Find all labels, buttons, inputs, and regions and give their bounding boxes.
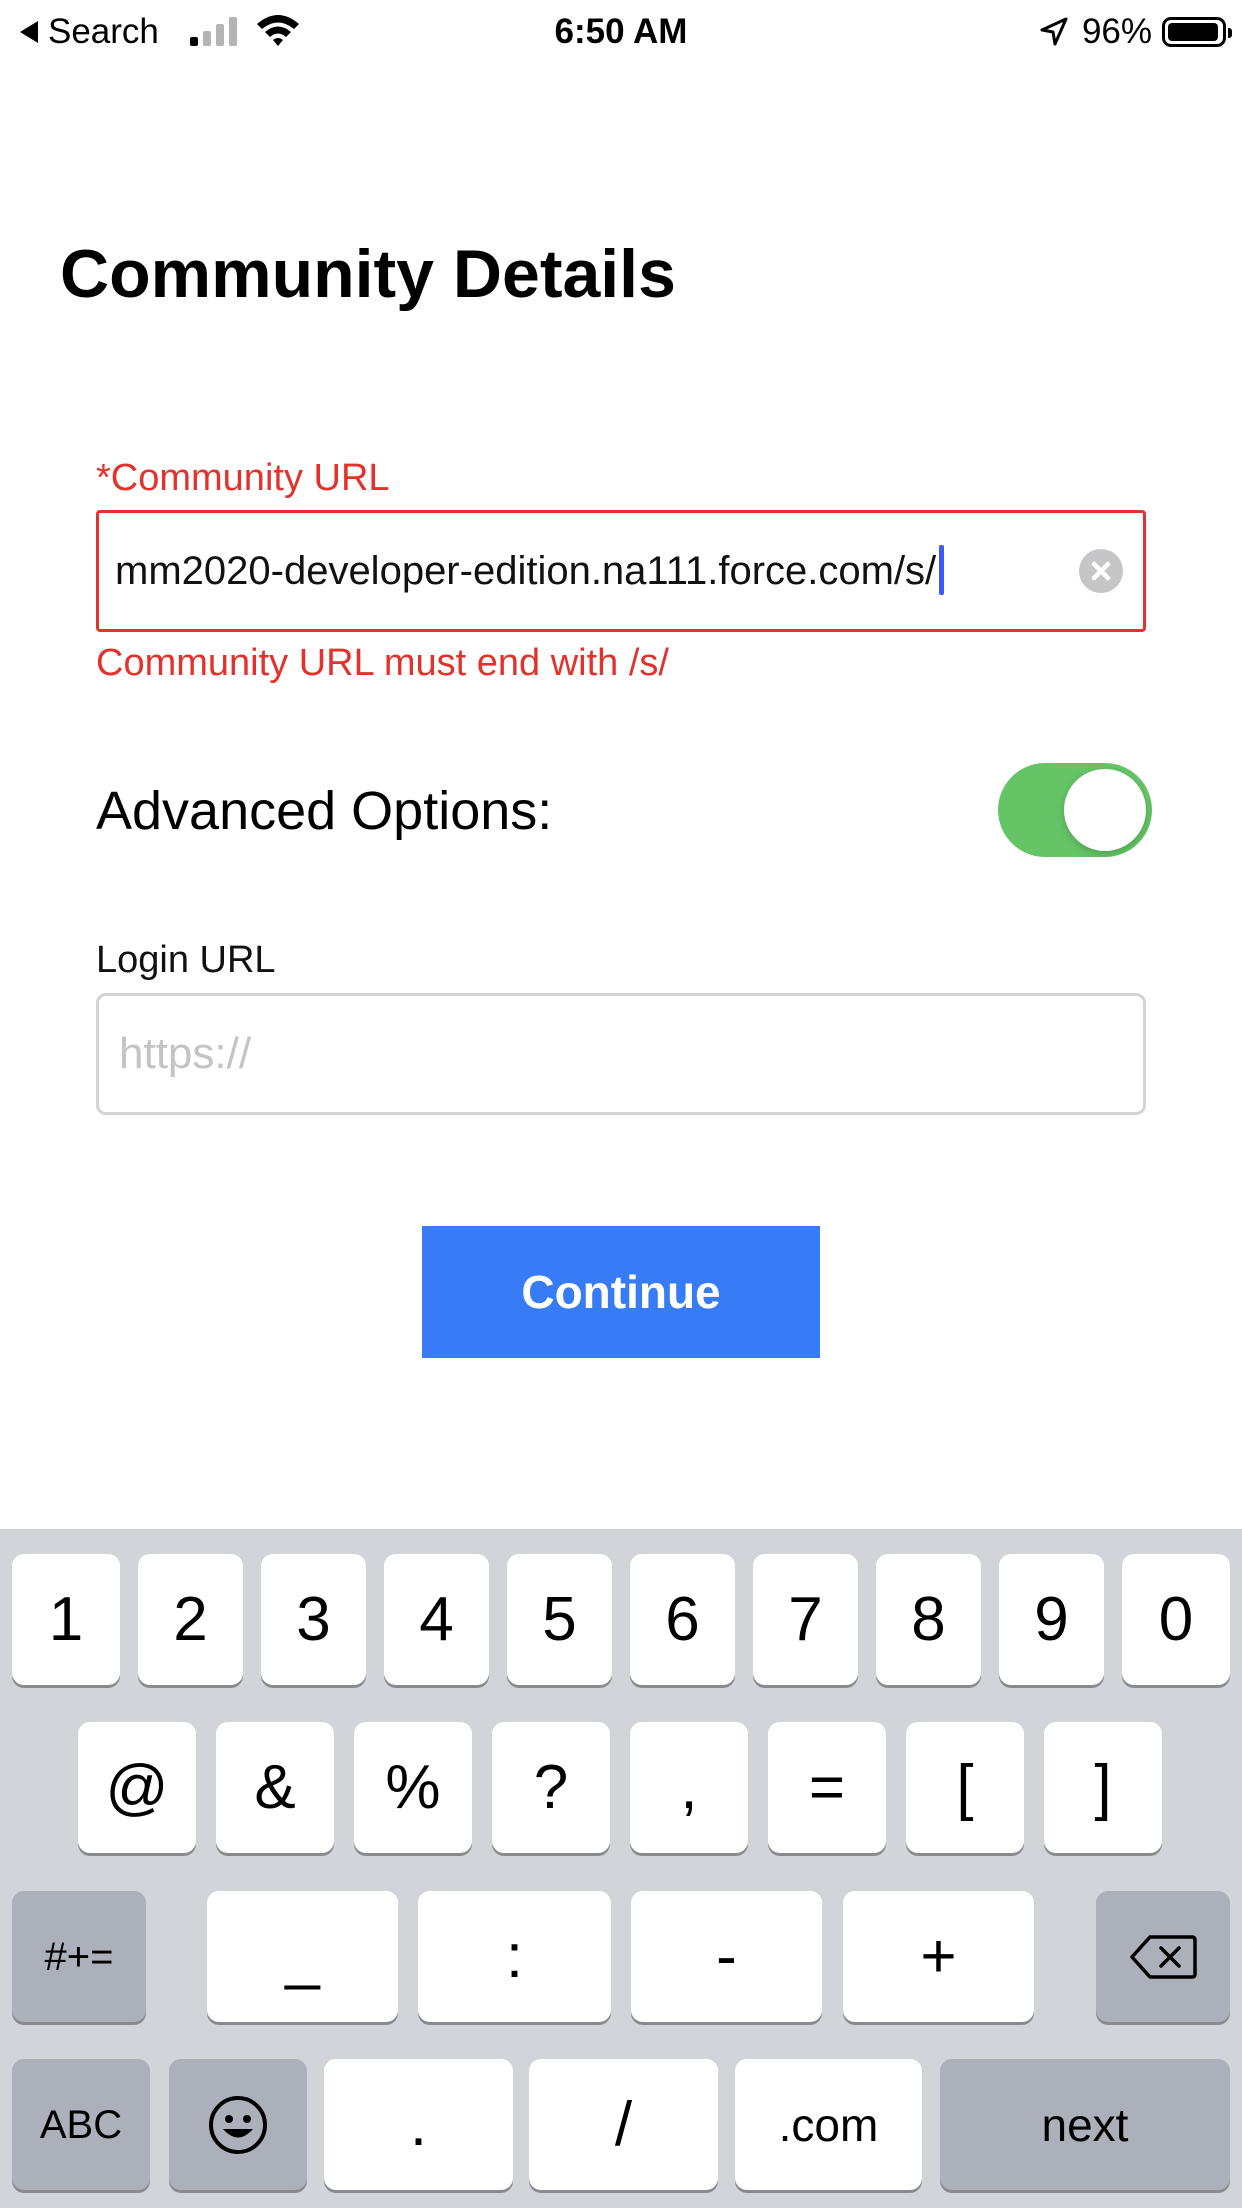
login-url-input[interactable] [96,993,1146,1115]
key-period[interactable]: . [324,2059,513,2190]
key-2[interactable]: 2 [138,1554,243,1685]
key-3[interactable]: 3 [261,1554,366,1685]
key-next[interactable]: next [940,2059,1230,2190]
key-7[interactable]: 7 [753,1554,858,1685]
community-url-label: *Community URL [96,457,390,499]
key-8[interactable]: 8 [876,1554,981,1685]
key-plus[interactable]: + [843,1891,1034,2022]
community-url-field[interactable]: mm2020-developer-edition.na111.force.com… [96,510,1146,632]
key-colon[interactable]: : [418,1891,611,2022]
key-underscore[interactable]: _ [207,1891,398,2022]
key-question[interactable]: ? [492,1722,610,1853]
location-arrow-icon [1040,17,1068,46]
community-url-error: Community URL must end with /s/ [96,642,669,684]
key-at[interactable]: @ [78,1722,196,1853]
key-hyphen[interactable]: - [631,1891,822,2022]
backspace-icon [1130,1934,1197,1979]
toggle-knob [1064,769,1146,851]
key-close-bracket[interactable]: ] [1044,1722,1162,1853]
key-backspace[interactable] [1096,1891,1230,2022]
page-title: Community Details [60,236,676,312]
key-open-bracket[interactable]: [ [906,1722,1024,1853]
key-4[interactable]: 4 [384,1554,489,1685]
status-right-group: 96% [1038,8,1232,56]
continue-button[interactable]: Continue [422,1226,820,1358]
key-0[interactable]: 0 [1122,1554,1230,1685]
community-url-value[interactable]: mm2020-developer-edition.na111.force.com… [115,513,945,629]
key-6[interactable]: 6 [630,1554,735,1685]
clear-x-icon [1091,561,1111,581]
key-comma[interactable]: , [630,1722,748,1853]
key-9[interactable]: 9 [999,1554,1104,1685]
key-5[interactable]: 5 [507,1554,612,1685]
key-ampersand[interactable]: & [216,1722,334,1853]
key-equals[interactable]: = [768,1722,886,1853]
advanced-options-label: Advanced Options: [96,781,553,841]
emoji-icon [209,2095,267,2154]
keyboard: 1 2 3 4 5 6 7 8 9 0 @ & % ? , = [ ] #+= … [0,1529,1242,2208]
advanced-options-toggle[interactable] [998,763,1152,857]
key-1[interactable]: 1 [12,1554,120,1685]
key-dotcom[interactable]: .com [735,2059,922,2190]
clear-text-button[interactable] [1079,549,1123,593]
login-url-label: Login URL [96,939,276,981]
app-screen: Search 6:50 AM 96% Community Details *Co… [0,0,1242,2208]
battery-icon [1162,17,1232,47]
key-percent[interactable]: % [354,1722,472,1853]
key-symbols-toggle[interactable]: #+= [12,1891,146,2022]
key-abc[interactable]: ABC [12,2059,150,2190]
key-emoji[interactable] [169,2059,307,2190]
key-slash[interactable]: / [529,2059,718,2190]
battery-percent: 96% [1081,12,1152,51]
text-cursor [939,545,945,596]
status-bar: Search 6:50 AM 96% [0,0,1242,62]
